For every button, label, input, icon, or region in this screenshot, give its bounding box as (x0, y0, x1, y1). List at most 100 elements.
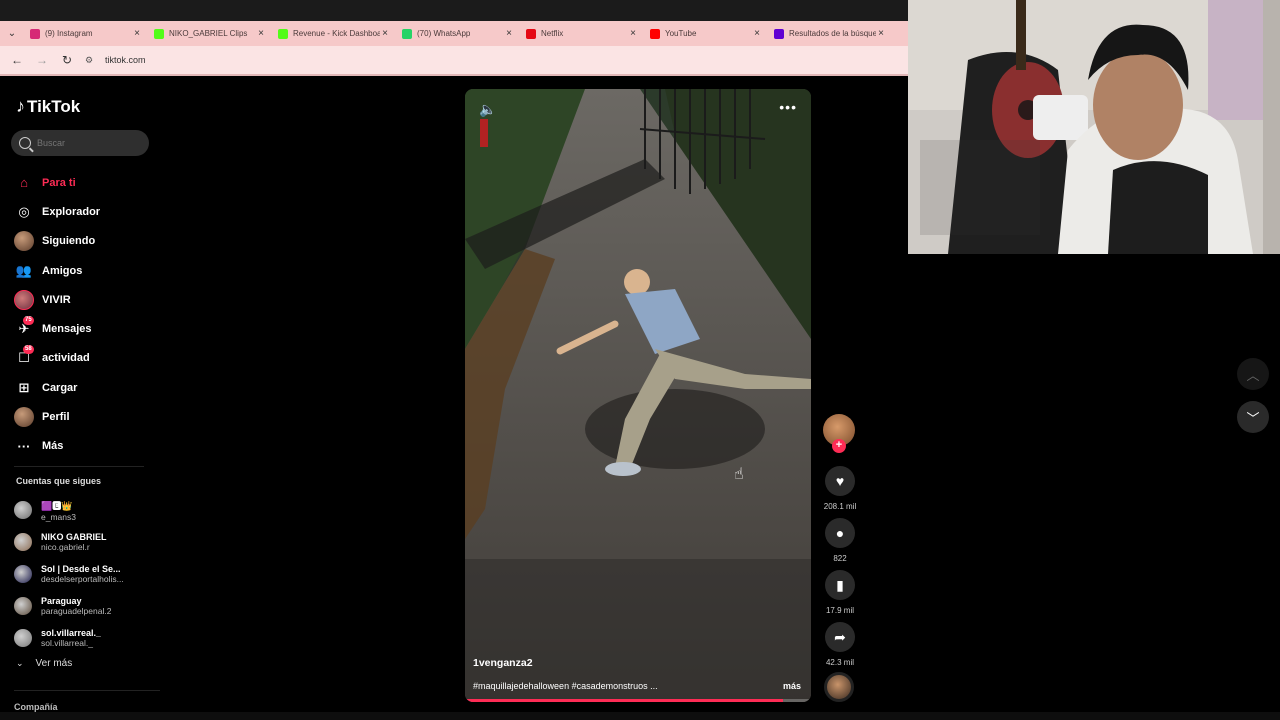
menu-item-actividad[interactable]: ☐ 58 actividad (14, 344, 160, 373)
yahoo-icon (774, 28, 784, 39)
close-tab-icon[interactable]: × (504, 28, 514, 39)
next-video-button[interactable]: ﹀ (1237, 401, 1269, 433)
menu-item-amigos[interactable]: 👥 Amigos (14, 256, 160, 285)
see-more-label: Ver más (35, 658, 73, 669)
account-username: sol.villarreal._ (41, 638, 93, 648)
video-progress-bar[interactable] (465, 699, 811, 702)
close-tab-icon[interactable]: × (628, 28, 638, 39)
browser-tab[interactable]: YouTube × (644, 21, 768, 46)
menu-item-m-s[interactable]: ··· Más (14, 432, 160, 461)
menu-item-para-ti[interactable]: ⌂ Para ti (14, 168, 160, 197)
following-account[interactable]: sol.villarreal._ sol.villarreal._ (14, 622, 160, 654)
browser-tab[interactable]: Resultados de la búsqueda× (768, 21, 892, 46)
menu-item-cargar[interactable]: ⊞ Cargar (14, 373, 160, 402)
volume-icon[interactable]: 🔈 (479, 101, 496, 118)
caption-more-button[interactable]: más (783, 681, 801, 691)
reload-button[interactable]: ↻ (56, 49, 78, 71)
browser-tab[interactable]: Netflix × (520, 21, 644, 46)
creator-avatar[interactable]: + (823, 414, 855, 453)
menu-item-label: Siguiendo (42, 235, 96, 248)
following-account[interactable]: 🟪🅴👑 e_mans3 (14, 494, 160, 526)
menu-item-label: Explorador (42, 205, 101, 218)
comment-action[interactable]: ● 822 (820, 518, 860, 563)
search-input[interactable] (37, 138, 137, 148)
brand-name: TikTok (27, 96, 81, 116)
sidebar: ♪ TikTok ⌂ Para ti ◎ Explorador Siguiendo 👥 Am… (0, 78, 160, 720)
previous-video-button[interactable]: ︿ (1237, 358, 1269, 390)
video-actions: + ♥ 208.1 mil ● 822 ▮ 17.9 mil ➦ 42.3 mi… (820, 414, 860, 702)
tab-title: (70) WhatsApp (417, 29, 471, 38)
video-player[interactable]: 🔈 ••• 1venganza2 #maquillajedehalloween … (465, 89, 811, 702)
following-account[interactable]: Paraguay paraguadelpenal.2 (14, 590, 160, 622)
menu-item-vivir[interactable]: VIVIR (14, 285, 160, 314)
search-icon (19, 137, 31, 149)
sound-disc-avatar[interactable] (824, 672, 854, 702)
back-button[interactable]: ← (6, 49, 28, 71)
compass-icon: ◎ (18, 203, 30, 219)
youtube-icon (650, 28, 660, 39)
tiktok-logo[interactable]: ♪ TikTok (16, 96, 80, 117)
share-action[interactable]: ➦ 42.3 mil (820, 622, 860, 667)
browser-tab[interactable]: (70) WhatsApp × (396, 21, 520, 46)
comment-icon[interactable]: ● (825, 518, 855, 548)
chevron-down-icon: ⌄ (16, 658, 24, 668)
menu-item-explorador[interactable]: ◎ Explorador (14, 197, 160, 226)
close-tab-icon[interactable]: × (256, 28, 266, 39)
like-action[interactable]: ♥ 208.1 mil (820, 466, 860, 511)
main-menu: ⌂ Para ti ◎ Explorador Siguiendo 👥 Amigos VIVIR… (14, 168, 160, 461)
account-username: paraguadelpenal.2 (41, 606, 112, 616)
browser-tab[interactable]: Revenue - Kick Dashboard × (272, 21, 396, 46)
follow-plus-icon[interactable]: + (832, 439, 846, 453)
account-avatar (14, 629, 32, 647)
close-tab-icon[interactable]: × (132, 28, 142, 39)
menu-item-siguiendo[interactable]: Siguiendo (14, 227, 160, 256)
menu-item-mensajes[interactable]: ✈ 75 Mensajes (14, 314, 160, 343)
close-tab-icon[interactable]: × (380, 28, 390, 39)
mouse-cursor: ☝ (734, 466, 744, 483)
menu-item-label: Mensajes (42, 323, 92, 336)
see-more-button[interactable]: ⌄ Ver más (16, 658, 72, 669)
tab-search-dropdown-icon[interactable]: ⌄ (0, 21, 24, 46)
save-action[interactable]: ▮ 17.9 mil (820, 570, 860, 615)
tab-strip: ⌄ (9) Instagram × NIKO_GABRIEL Clips × Reven… (0, 21, 908, 46)
menu-item-label: Para ti (42, 176, 76, 189)
like-count: 208.1 mil (823, 502, 857, 511)
profile-avatar-icon (14, 407, 34, 428)
bookmark-icon[interactable]: ▮ (825, 570, 855, 600)
video-frame (465, 89, 811, 702)
whatsapp-icon (402, 28, 412, 39)
site-info-icon[interactable]: ⚙ (85, 55, 99, 66)
company-link[interactable]: Compañía (14, 702, 58, 712)
following-account[interactable]: NIKO GABRIEL nico.gabriel.r (14, 526, 160, 558)
account-name: Paraguay (41, 596, 82, 606)
forward-button[interactable]: → (31, 49, 53, 71)
video-caption: #maquillajedehalloween #casademonstruos … (473, 681, 658, 691)
account-name: Sol | Desde el Se... (41, 564, 121, 574)
close-tab-icon[interactable]: × (876, 28, 886, 39)
menu-item-label: Amigos (42, 264, 83, 277)
menu-item-label: Más (42, 440, 64, 453)
menu-item-label: VIVIR (42, 293, 71, 306)
tab-title: YouTube (665, 29, 697, 38)
search-box[interactable] (11, 130, 149, 156)
close-tab-icon[interactable]: × (752, 28, 762, 39)
share-icon[interactable]: ➦ (825, 622, 855, 652)
more-options-icon[interactable]: ••• (779, 99, 797, 115)
menu-item-perfil[interactable]: Perfil (14, 402, 160, 431)
share-count: 42.3 mil (825, 658, 854, 667)
activity-icon: ☐ 58 (18, 345, 34, 366)
url-text: tiktok.com (105, 55, 146, 65)
browser-tab-bar: ⌄ (9) Instagram × NIKO_GABRIEL Clips × Reven… (0, 0, 908, 46)
following-account[interactable]: Sol | Desde el Se... desdelserportalholis… (14, 558, 160, 590)
browser-tab[interactable]: (9) Instagram × (24, 21, 148, 46)
heart-icon[interactable]: ♥ (825, 466, 855, 496)
following-list: 🟪🅴👑 e_mans3 NIKO GABRIEL nico.gabriel.r Sol … (14, 494, 160, 654)
url-field[interactable]: ⚙ tiktok.com (85, 49, 905, 71)
taskbar (0, 712, 1280, 720)
following-header: Cuentas que sigues (16, 476, 102, 486)
video-author[interactable]: 1venganza2 (473, 657, 533, 669)
browser-tab[interactable]: NIKO_GABRIEL Clips × (148, 21, 272, 46)
account-username: e_mans3 (41, 511, 76, 522)
following-avatar-icon (14, 231, 34, 252)
kick-icon (278, 28, 288, 39)
